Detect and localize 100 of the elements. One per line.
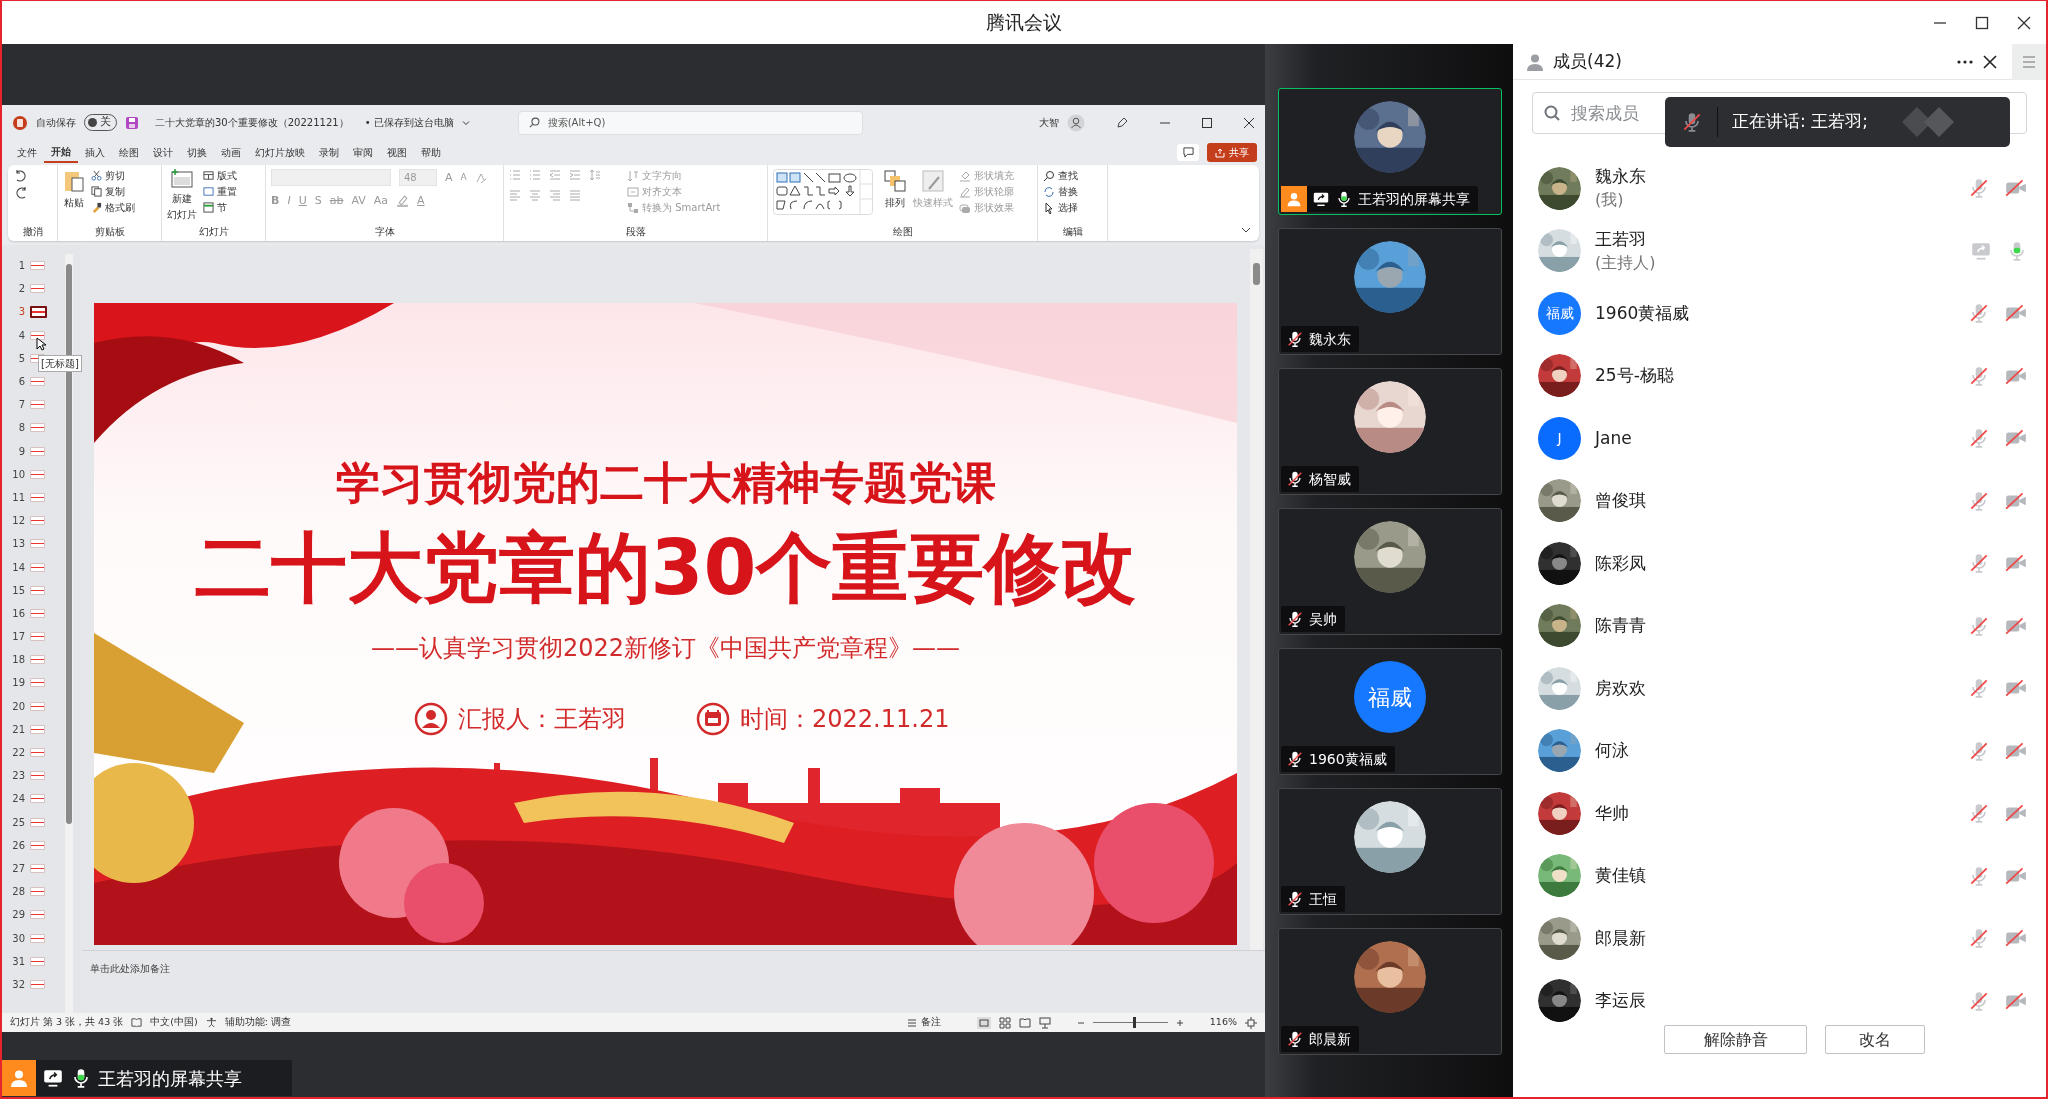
search-placeholder: 搜索(Alt+Q)	[547, 116, 606, 130]
ribbon-tab[interactable]: 设计	[146, 142, 180, 163]
ribbon-icon	[959, 169, 971, 182]
slide-info: 幻灯片 第 3 张，共 43 张	[10, 1015, 124, 1030]
slide-number: 4	[17, 328, 25, 343]
ribbon-tab[interactable]: 录制	[312, 142, 346, 163]
cut-button[interactable]: 剪切	[91, 169, 135, 182]
member-name: 1960黄福威	[1595, 301, 1691, 325]
group-label: 撤消	[21, 225, 44, 239]
speaking-text: 正在讲话: 王若羽;	[1732, 110, 1868, 134]
participant-name: 王恒	[1309, 889, 1337, 909]
ribbon-tab[interactable]: 动画	[214, 142, 248, 163]
ribbon-tab[interactable]: 帮助	[414, 142, 448, 163]
slider-thumb[interactable]	[1133, 1017, 1137, 1028]
accessibility-icon[interactable]	[205, 1017, 217, 1028]
video-tile[interactable]: 吴帅	[1278, 508, 1502, 635]
presenter-text: 汇报人：王若羽	[458, 704, 626, 735]
scrollbar[interactable]	[1250, 249, 1263, 950]
slide-number: 25	[11, 815, 25, 830]
accessibility-label[interactable]: 辅助功能: 调查	[224, 1015, 291, 1030]
ribbon-icon	[509, 189, 521, 201]
maximize-icon[interactable]	[1974, 14, 1990, 31]
scrollbar[interactable]	[65, 254, 73, 1013]
replace-button[interactable]: 替换	[1043, 185, 1078, 198]
notes-button[interactable]: 备注	[906, 1015, 941, 1030]
slideshow-icon[interactable]	[1038, 1016, 1051, 1029]
brush-icon	[91, 202, 102, 213]
video-tile[interactable]: 福威 1960黄福威	[1278, 648, 1502, 775]
find-button[interactable]: 查找	[1043, 169, 1078, 182]
close-icon[interactable]	[1243, 116, 1255, 129]
notes-placeholder[interactable]: 单击此处添加备注	[90, 963, 170, 974]
calendar-icon	[696, 702, 730, 736]
format-painter-button[interactable]: 格式刷	[91, 201, 135, 214]
section-button[interactable]: 节	[203, 201, 237, 214]
font-name-field[interactable]	[271, 169, 391, 186]
new-slide-button[interactable]: 新建 幻灯片	[167, 192, 197, 221]
ribbon-tab[interactable]: 幻灯片放映	[248, 142, 312, 163]
maximize-icon[interactable]	[1201, 116, 1213, 129]
zoom-percent[interactable]: 116%	[1209, 1015, 1237, 1030]
video-tile[interactable]: 郎晨新	[1278, 928, 1502, 1055]
reading-view-icon[interactable]	[1018, 1016, 1031, 1029]
video-tile[interactable]: 魏永东	[1278, 228, 1502, 355]
reset-button[interactable]: 重置	[203, 185, 237, 198]
slide-number: 12	[11, 514, 25, 529]
search-icon	[528, 117, 540, 128]
video-tile[interactable]: 王若羽的屏幕共享	[1278, 88, 1502, 215]
close-icon[interactable]	[1982, 53, 1998, 70]
slide-number: 31	[11, 954, 25, 969]
fit-slide-icon[interactable]	[1245, 1016, 1257, 1029]
account-icon[interactable]	[1067, 113, 1085, 132]
comments-button[interactable]	[1177, 144, 1199, 161]
ribbon-tab[interactable]: 切换	[180, 142, 214, 163]
member-role: (我)	[1595, 189, 1625, 212]
ribbon-icon	[959, 201, 971, 214]
spelling-icon[interactable]	[131, 1017, 143, 1028]
collapse-ribbon-icon[interactable]	[1241, 225, 1251, 235]
ribbon-tab[interactable]: 文件	[10, 142, 44, 163]
language-label[interactable]: 中文(中国)	[150, 1015, 198, 1030]
ribbon-tab[interactable]: 绘图	[112, 142, 146, 163]
save-status[interactable]: • 已保存到这台电脑	[364, 115, 454, 130]
tooltip: [无标题]	[38, 355, 82, 372]
ribbon-tab[interactable]: 开始	[44, 142, 78, 163]
copy-button[interactable]: 复制	[91, 185, 135, 198]
slide-number: 11	[11, 490, 25, 505]
layout-button[interactable]: 版式	[203, 169, 237, 182]
panel-button[interactable]: 解除静音	[1664, 1025, 1807, 1054]
save-icon[interactable]	[125, 115, 139, 130]
video-tile[interactable]: 杨智威	[1278, 368, 1502, 495]
ribbon-tab[interactable]: 审阅	[346, 142, 380, 163]
undo-icon[interactable]	[13, 169, 29, 183]
slide-number: 28	[11, 885, 25, 900]
slide-number: 8	[17, 421, 25, 436]
close-icon[interactable]	[2016, 14, 2032, 31]
normal-view-icon[interactable]	[976, 1016, 991, 1029]
search-field[interactable]: 搜索(Alt+Q)	[517, 110, 863, 135]
slide-thumbnail[interactable]	[30, 305, 47, 318]
slide-number: 29	[11, 908, 25, 923]
select-button[interactable]: 选择	[1043, 201, 1078, 214]
panel-button[interactable]: 改名	[1825, 1025, 1925, 1054]
ribbon-icon	[529, 189, 541, 201]
video-tile[interactable]: 王恒	[1278, 788, 1502, 915]
ribbon-tab[interactable]: 插入	[78, 142, 112, 163]
redo-icon[interactable]	[13, 186, 29, 200]
ribbon-tab[interactable]: 视图	[380, 142, 414, 163]
slide-number: 30	[11, 931, 25, 946]
share-button[interactable]: 共享	[1207, 143, 1257, 162]
slide-number: 27	[11, 861, 25, 876]
arrange-button[interactable]: 排列	[885, 196, 905, 209]
member-name: 郎晨新	[1595, 926, 1647, 950]
slide-number: 13	[11, 537, 25, 552]
pen-icon[interactable]	[1115, 115, 1129, 130]
sorter-view-icon[interactable]	[998, 1016, 1011, 1029]
slide-number: 6	[17, 375, 25, 390]
menu-icon	[2022, 55, 2036, 68]
ribbon-icon	[589, 169, 601, 181]
menu-button[interactable]	[2012, 43, 2046, 80]
paste-button[interactable]: 粘贴	[64, 196, 84, 209]
zoom-in-icon[interactable]	[1175, 1018, 1184, 1027]
file-name: 二十大党章的30个重要修改（20221121）	[155, 116, 349, 130]
ribbon-icon	[627, 169, 639, 182]
